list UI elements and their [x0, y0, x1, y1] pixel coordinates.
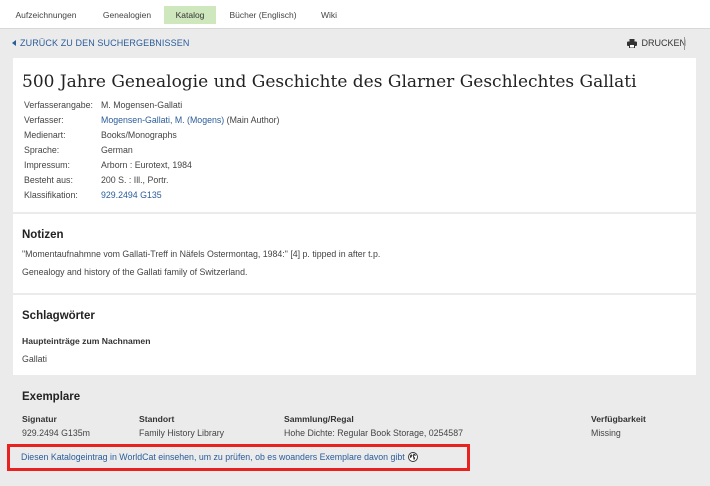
notes-line: Genealogy and history of the Gallati fam…	[22, 267, 248, 277]
globe-icon	[407, 452, 418, 462]
surname-link-gallati[interactable]: Gallati	[22, 354, 47, 364]
subjects-heading: Schlagwörter	[22, 310, 95, 322]
field-value-verfasser: Mogensen-Gallati, M. (Mogens) (Main Auth…	[101, 115, 279, 125]
column-header-sammlung-regal: Sammlung/Regal	[284, 414, 354, 424]
record-title: 500 Jahre Genealogie und Geschichte des …	[22, 72, 637, 92]
copy-verfuegbarkeit: Missing	[591, 428, 621, 438]
column-header-signatur: Signatur	[22, 414, 57, 424]
author-role: (Main Author)	[224, 115, 280, 125]
divider	[684, 37, 685, 50]
field-label-klassifikation: Klassifikation:	[24, 190, 78, 200]
field-value-impressum: Arborn : Eurotext, 1984	[101, 160, 192, 170]
tab-buecher-englisch[interactable]: Bücher (Englisch)	[224, 6, 302, 24]
classification-link[interactable]: 929.2494 G135	[101, 190, 162, 200]
column-header-standort: Standort	[139, 414, 175, 424]
tab-wiki[interactable]: Wiki	[312, 6, 346, 24]
tab-genealogien[interactable]: Genealogien	[96, 6, 158, 24]
field-value-medienart: Books/Monographs	[101, 130, 177, 140]
copies-heading: Exemplare	[22, 391, 81, 403]
field-label-besteht-aus: Besteht aus:	[24, 175, 73, 185]
printer-icon	[627, 38, 638, 48]
back-to-results-link[interactable]: ZURÜCK ZU DEN SUCHERGEBNISSEN	[12, 38, 189, 48]
surname-subheading: Haupteinträge zum Nachnamen	[22, 336, 151, 346]
print-label: DRUCKEN	[641, 38, 686, 48]
field-label-medienart: Medienart:	[24, 130, 66, 140]
field-value-verfasserangabe: M. Mogensen-Gallati	[101, 100, 183, 110]
field-value-klassifikation: 929.2494 G135	[101, 190, 162, 200]
field-value-sprache: German	[101, 145, 133, 155]
field-label-impressum: Impressum:	[24, 160, 70, 170]
copy-standort: Family History Library	[139, 428, 225, 438]
copy-sammlung-regal: Hohe Dichte: Regular Book Storage, 02545…	[284, 428, 463, 438]
worldcat-link[interactable]: Diesen Katalogeintrag in WorldCat einseh…	[21, 452, 418, 462]
chevron-left-icon	[12, 40, 16, 46]
notes-line: "Momentaufnahmne vom Gallati-Treff in Nä…	[22, 249, 381, 259]
field-label-sprache: Sprache:	[24, 145, 60, 155]
notes-heading: Notizen	[22, 229, 64, 241]
field-label-verfasserangabe: Verfasserangabe:	[24, 100, 93, 110]
print-button[interactable]: DRUCKEN	[627, 38, 686, 48]
author-link[interactable]: Mogensen-Gallati, M. (Mogens)	[101, 115, 224, 125]
field-label-verfasser: Verfasser:	[24, 115, 64, 125]
tab-katalog[interactable]: Katalog	[164, 6, 216, 24]
tab-bar: Aufzeichnungen Genealogien Katalog Büche…	[0, 0, 710, 29]
copy-signatur: 929.2494 G135m	[22, 428, 90, 438]
field-value-besteht-aus: 200 S. : Ill., Portr.	[101, 175, 169, 185]
back-to-results-label: ZURÜCK ZU DEN SUCHERGEBNISSEN	[20, 38, 190, 48]
column-header-verfuegbarkeit: Verfügbarkeit	[591, 414, 646, 424]
worldcat-link-label: Diesen Katalogeintrag in WorldCat einseh…	[21, 452, 405, 462]
subjects-panel	[13, 295, 696, 375]
tab-aufzeichnungen[interactable]: Aufzeichnungen	[8, 6, 84, 24]
